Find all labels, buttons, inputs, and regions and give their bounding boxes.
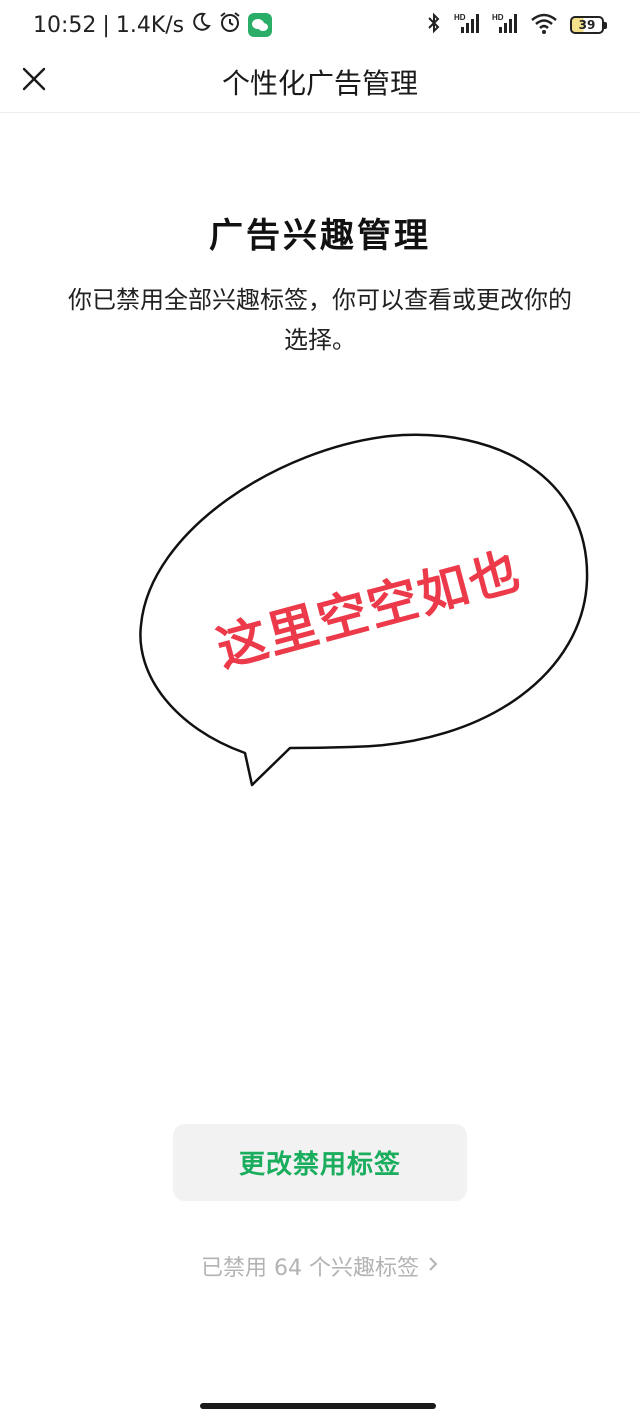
section-heading: 广告兴趣管理 (209, 216, 431, 256)
change-disabled-tags-button[interactable]: 更改禁用标签 (173, 1124, 467, 1201)
page-title: 个性化广告管理 (221, 67, 418, 100)
signal-hd-icon: HD (454, 11, 480, 39)
svg-text:HD: HD (454, 13, 466, 22)
disabled-tags-link[interactable]: 已禁用 64 个兴趣标签 (0, 1250, 640, 1282)
section-description: 你已禁用全部兴趣标签，你可以查看或更改你的选择。 (68, 286, 572, 354)
status-bar-left: 10:52 | 1.4K/s (33, 10, 273, 40)
alarm-icon (218, 10, 242, 40)
chevron-right-icon (427, 1254, 439, 1279)
bluetooth-icon (426, 11, 442, 39)
wechat-icon (248, 13, 273, 37)
network-speed: 1.4K/s (115, 12, 185, 38)
moon-icon (190, 11, 212, 39)
battery-icon: 39 (570, 16, 607, 34)
status-separator: | (102, 12, 110, 38)
signal-hd-icon: HD (492, 11, 518, 39)
svg-text:HD: HD (492, 13, 504, 22)
status-bar: 10:52 | 1.4K/s HD HD 39 (0, 0, 640, 50)
wifi-icon (530, 11, 558, 39)
clock: 10:52 (33, 12, 97, 38)
status-bar-right: HD HD 39 (426, 10, 607, 40)
home-indicator[interactable] (200, 1403, 436, 1409)
disabled-tags-summary: 已禁用 64 个兴趣标签 (201, 1256, 419, 1281)
nav-bar: 个性化广告管理 (0, 50, 640, 113)
